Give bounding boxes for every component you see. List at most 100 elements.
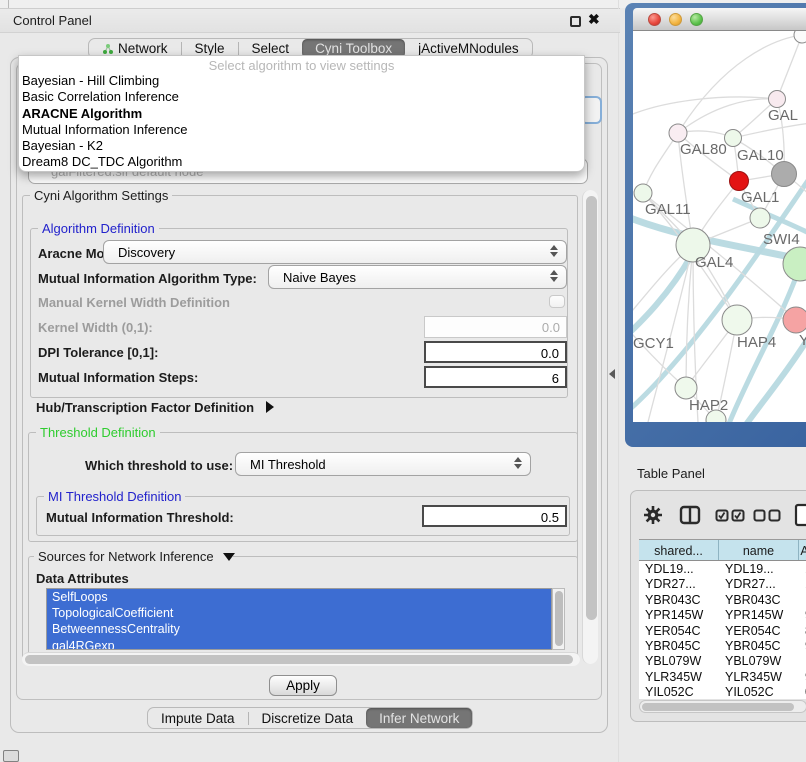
network-node[interactable] (634, 184, 652, 202)
mi-algorithm-type-label: Mutual Information Algorithm Type: (38, 271, 257, 286)
column-header-clipped[interactable]: A (799, 540, 806, 560)
network-node[interactable] (722, 305, 752, 335)
table-cell[interactable]: YLR345W (639, 669, 719, 684)
table-cell[interactable]: YDR27... (639, 576, 719, 591)
table-cell[interactable]: YBR043C (639, 592, 719, 607)
table-function-icon[interactable] (794, 503, 806, 527)
float-panel-icon[interactable] (570, 16, 581, 27)
mi-threshold-group-title: MI Threshold Definition (44, 489, 185, 504)
algorithm-popup-item[interactable]: Dream8 DC_TDC Algorithm (19, 154, 584, 170)
table-cell[interactable]: 13 (799, 561, 806, 576)
table-cell[interactable]: YBL079W (719, 653, 799, 668)
split-columns-icon[interactable] (679, 505, 701, 525)
mi-steps-field[interactable]: 6 (424, 366, 567, 388)
table-cell[interactable]: YDR27... (719, 576, 799, 591)
algorithm-popup-item[interactable]: ARACNE Algorithm (19, 106, 584, 122)
apply-button[interactable]: Apply (269, 675, 337, 696)
attributes-scrollbar-thumb[interactable] (555, 591, 563, 646)
algorithm-popup-item[interactable]: Mutual Information Inference (19, 122, 584, 138)
dpi-tolerance-field[interactable]: 0.0 (424, 341, 567, 363)
network-node[interactable] (675, 377, 697, 399)
mi-algorithm-type-combo[interactable]: Naive Bayes (268, 265, 567, 289)
table-cell[interactable]: YBR045C (639, 638, 719, 653)
panel-split-divider[interactable] (618, 0, 619, 762)
data-attribute-item[interactable]: gal4RGexp (47, 638, 551, 650)
network-node[interactable] (725, 130, 742, 147)
collapse-arrow-icon[interactable] (609, 369, 615, 379)
table-cell[interactable] (799, 653, 806, 668)
table-cell[interactable]: YBL079W (639, 653, 719, 668)
gear-icon[interactable] (643, 505, 663, 525)
table-cell[interactable]: YPR145W (639, 607, 719, 622)
tab-infer-network[interactable]: Infer Network (366, 708, 472, 728)
table-cell[interactable]: YBR043C (719, 592, 799, 607)
network-canvas[interactable]: GALGAL80GAL10GAL1GAL11SWI4GAL4GCY1HAP4YH… (633, 31, 806, 422)
manual-kernel-width-checkbox[interactable] (549, 295, 565, 308)
table-panel-window: shared... name A YDL19...YDL19...13YDR27… (630, 490, 806, 722)
select-all-checkboxes-icon[interactable] (715, 509, 745, 522)
table-cell[interactable]: YBR045C (719, 638, 799, 653)
data-attributes-label: Data Attributes (36, 571, 129, 586)
table-cell[interactable]: 9. (799, 607, 806, 622)
column-header-shared-name[interactable]: shared... (639, 540, 719, 560)
table-cell[interactable]: 0. (799, 684, 806, 699)
table-row: YBR043CYBR043C (639, 592, 806, 607)
table-cell[interactable]: 9. (799, 669, 806, 684)
network-view-window[interactable]: GALGAL80GAL10GAL1GAL11SWI4GAL4GCY1HAP4YH… (625, 3, 806, 447)
table-cell[interactable]: YER054C (639, 623, 719, 638)
table-cell[interactable]: YIL052C (719, 684, 799, 699)
network-node[interactable] (772, 162, 797, 187)
which-threshold-combo[interactable]: MI Threshold (235, 452, 531, 476)
algorithm-definition-title: Algorithm Definition (38, 221, 159, 236)
network-node[interactable] (750, 208, 770, 228)
table-cell[interactable]: 12 (799, 576, 806, 591)
sources-toggle[interactable]: Sources for Network Inference (34, 549, 233, 564)
dock-panel-icon[interactable] (3, 750, 19, 762)
algorithm-popup-item[interactable]: Bayesian - K2 (19, 138, 584, 154)
tab-discretize-data-label: Discretize Data (262, 711, 354, 726)
network-node[interactable] (794, 31, 806, 43)
kernel-width-field[interactable]: 0.0 (424, 316, 567, 338)
table-cell[interactable]: YER054C (719, 623, 799, 638)
data-attribute-item[interactable]: SelfLoops (47, 589, 551, 605)
combo-arrows-icon (514, 457, 522, 469)
minimize-traffic-light-icon[interactable] (669, 13, 682, 26)
table-cell[interactable]: YDL19... (639, 561, 719, 576)
table-cell[interactable] (799, 592, 806, 607)
zoom-traffic-light-icon[interactable] (690, 13, 703, 26)
network-node[interactable] (669, 124, 687, 142)
table-cell[interactable]: 8. (799, 623, 806, 638)
algorithm-popup-item[interactable]: Bayesian - Hill Climbing (19, 73, 584, 89)
table-row: YBR045CYBR045C9. (639, 638, 806, 653)
top-divider (8, 0, 9, 8)
deselect-all-checkboxes-icon[interactable] (753, 509, 781, 522)
aracne-mode-combo[interactable]: Discovery (103, 240, 567, 264)
table-cell[interactable]: YDL19... (719, 561, 799, 576)
network-node[interactable] (783, 247, 806, 281)
network-window-titlebar[interactable] (633, 8, 806, 31)
tab-discretize-data[interactable]: Discretize Data (249, 708, 367, 728)
table-cell[interactable]: YLR345W (719, 669, 799, 684)
tab-style-label: Style (195, 41, 225, 56)
table-cell[interactable]: 9. (799, 638, 806, 653)
algorithm-popup-item[interactable]: Basic Correlation Inference (19, 89, 584, 105)
table-row: YDL19...YDL19...13 (639, 561, 806, 576)
column-header-name[interactable]: name (719, 540, 799, 560)
settings-hscroll-thumb[interactable] (25, 655, 573, 664)
network-icon (102, 43, 114, 55)
mi-threshold-field[interactable]: 0.5 (422, 505, 567, 527)
network-node[interactable] (769, 91, 786, 108)
table-hscroll-thumb[interactable] (642, 703, 794, 711)
close-traffic-light-icon[interactable] (648, 13, 661, 26)
tab-impute-data[interactable]: Impute Data (148, 708, 248, 728)
settings-vscroll-thumb[interactable] (586, 196, 597, 620)
network-node[interactable] (730, 172, 749, 191)
hub-definition-toggle[interactable]: Hub/Transcription Factor Definition (36, 400, 266, 415)
table-cell[interactable]: YIL052C (639, 684, 719, 699)
table-cell[interactable]: YPR145W (719, 607, 799, 622)
network-node[interactable] (783, 307, 806, 333)
close-panel-icon[interactable]: ✖ (588, 11, 600, 28)
data-attribute-item[interactable]: TopologicalCoefficient (47, 605, 551, 621)
data-attributes-list[interactable]: SelfLoopsTopologicalCoefficientBetweenne… (46, 588, 552, 650)
data-attribute-item[interactable]: BetweennessCentrality (47, 621, 551, 637)
